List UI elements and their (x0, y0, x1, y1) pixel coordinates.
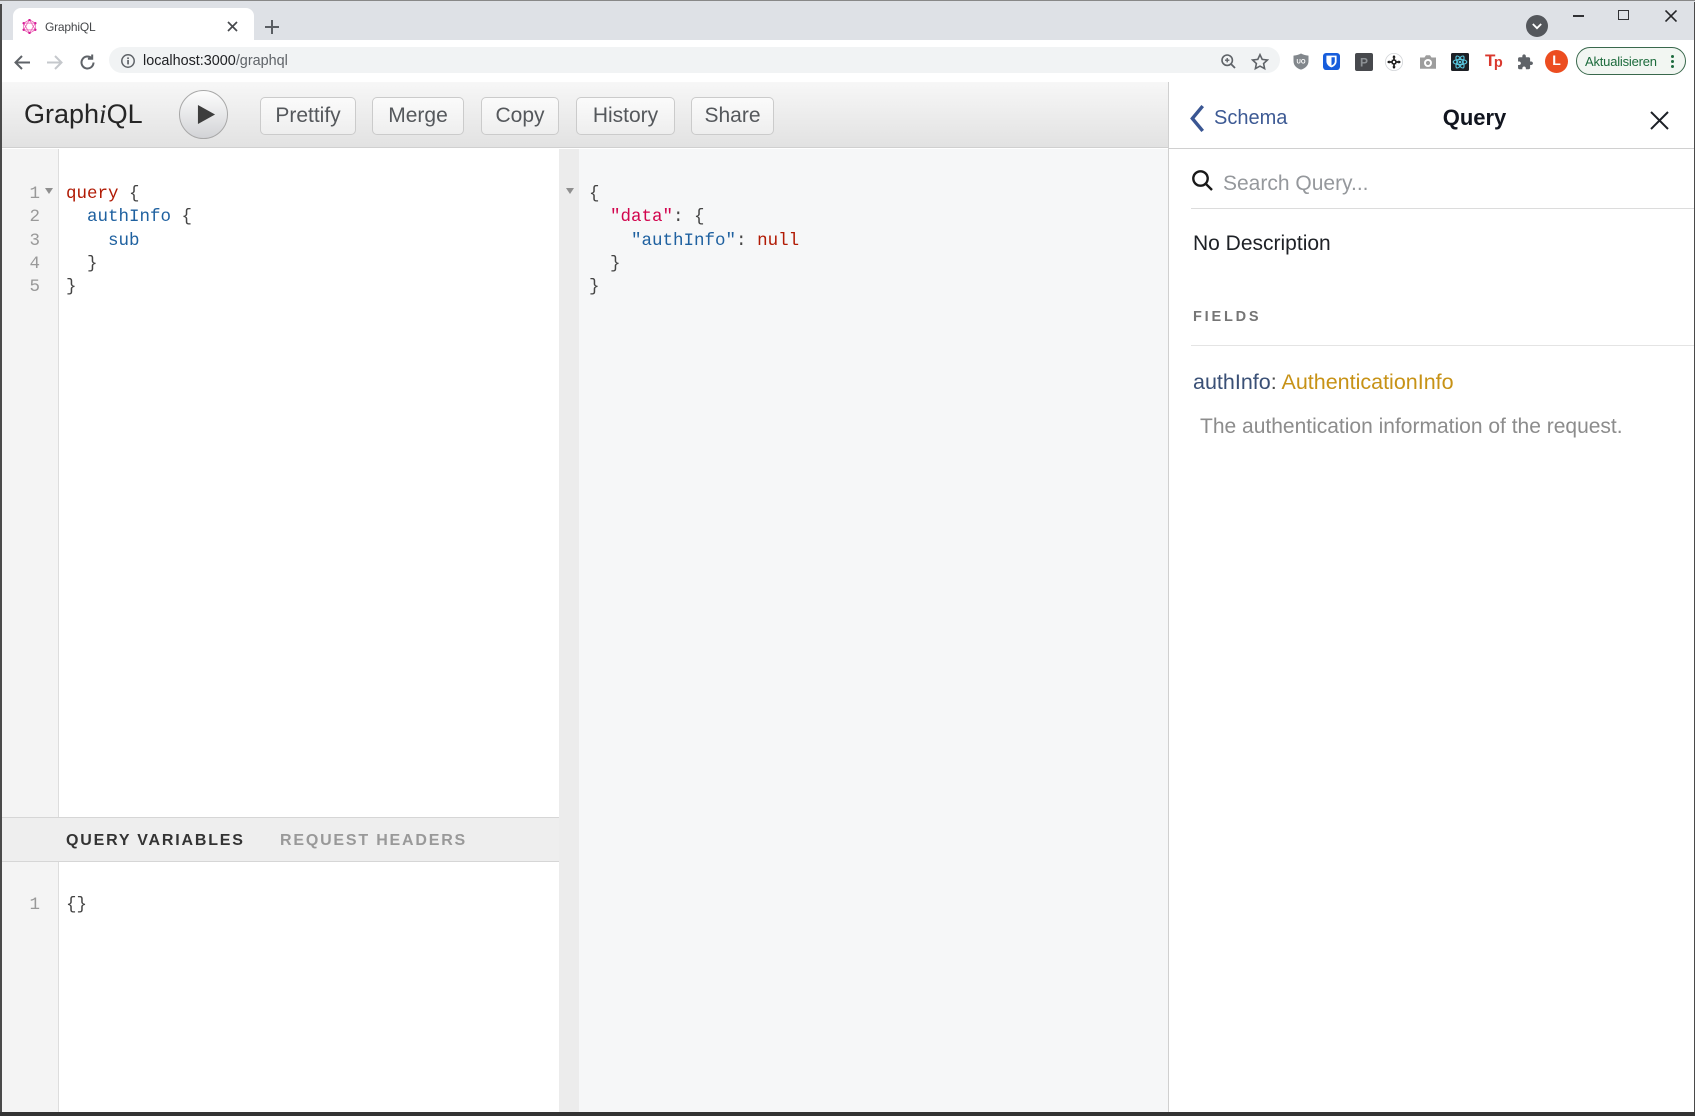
svg-text:UO: UO (1297, 59, 1306, 65)
svg-text:P: P (1360, 56, 1368, 70)
